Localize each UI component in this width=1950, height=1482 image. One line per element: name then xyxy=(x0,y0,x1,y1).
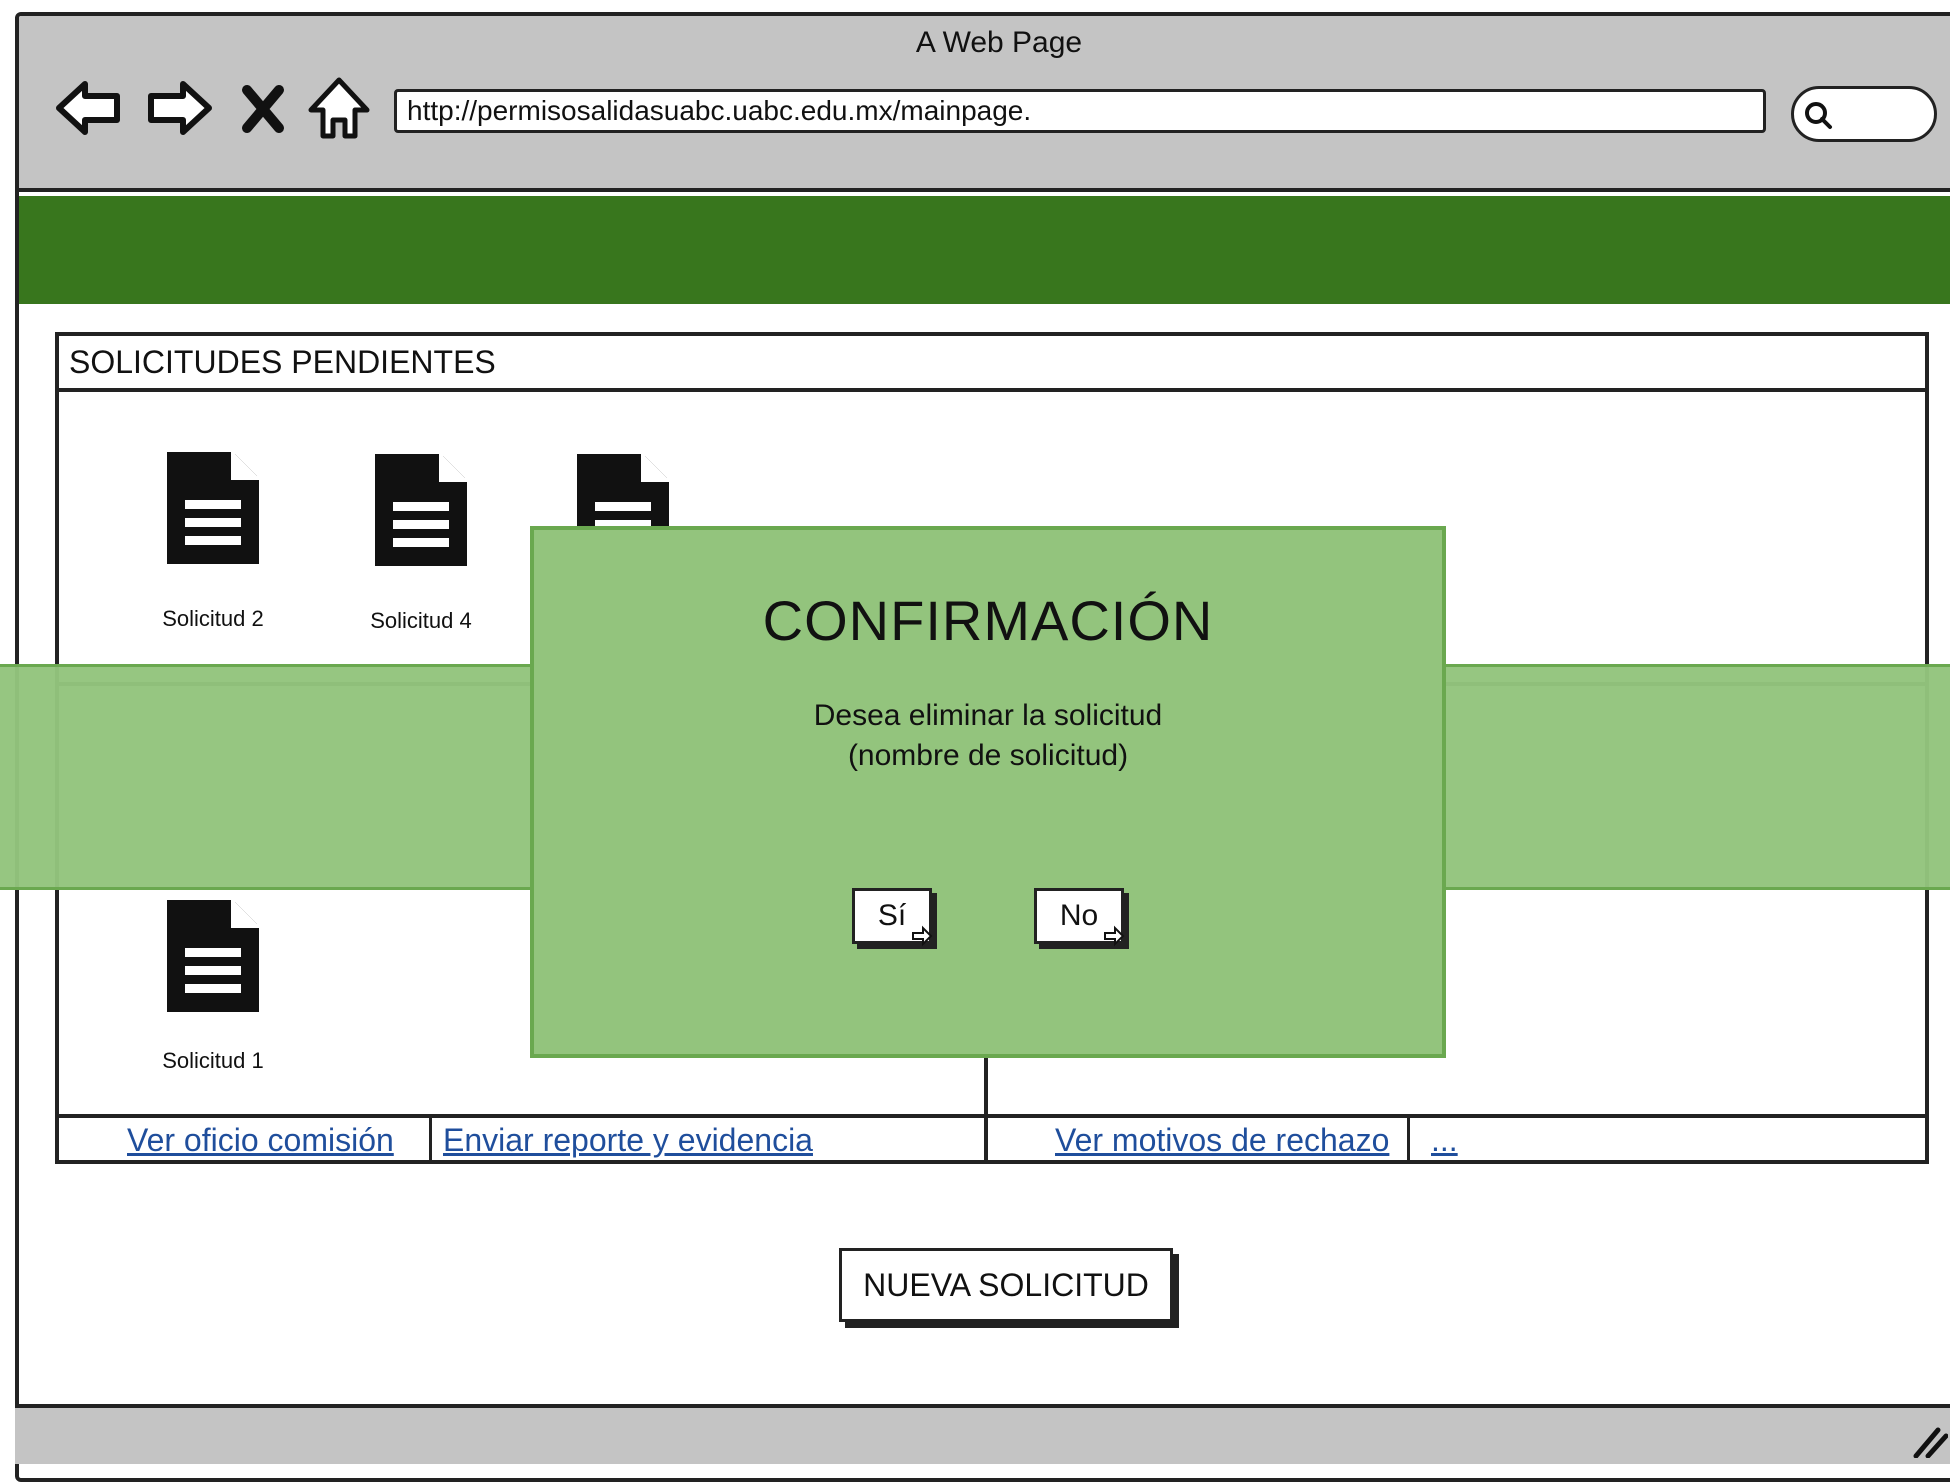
browser-toolbar: A Web Page http://permisosalidasuabc.uab… xyxy=(19,16,1950,192)
search-icon xyxy=(1805,102,1832,129)
dialog-message-line: (nombre de solicitud) xyxy=(847,739,1129,772)
pointer-icon xyxy=(1104,925,1125,947)
yes-button-label: Sí xyxy=(877,899,907,932)
url-bar[interactable]: http://permisosalidasuabc.uabc.edu.mx/ma… xyxy=(394,89,1766,133)
close-x-icon[interactable] xyxy=(235,72,291,144)
header-banner xyxy=(19,196,1950,304)
new-request-button[interactable]: NUEVA SOLICITUD xyxy=(839,1248,1173,1322)
pointer-icon xyxy=(912,925,933,947)
panel-title: SOLICITUDES PENDIENTES xyxy=(59,336,1925,392)
search-box[interactable] xyxy=(1791,86,1937,142)
document-icon[interactable] xyxy=(371,450,471,570)
more-link[interactable]: ... xyxy=(1431,1122,1458,1159)
send-report-link[interactable]: Enviar reporte y evidencia xyxy=(443,1122,813,1159)
links-row-divider xyxy=(59,1114,1925,1118)
document-icon[interactable] xyxy=(163,896,263,1016)
dialog-message-line: Desea eliminar la solicitud xyxy=(813,699,1163,732)
document-label: Solicitud 2 xyxy=(162,606,264,631)
back-arrow-icon[interactable] xyxy=(53,72,125,144)
view-commission-link[interactable]: Ver oficio comisión xyxy=(127,1122,394,1159)
document-label: Solicitud 1 xyxy=(162,1048,264,1073)
dialog-message: Desea eliminar la solicitud (nombre de s… xyxy=(534,696,1442,776)
link-separator xyxy=(429,1118,432,1162)
browser-status-bar xyxy=(15,1404,1950,1464)
forward-arrow-icon[interactable] xyxy=(143,72,215,144)
yes-button[interactable]: Sí xyxy=(852,888,933,947)
no-button-label: No xyxy=(1059,899,1099,932)
no-button[interactable]: No xyxy=(1034,888,1125,947)
document-icon[interactable] xyxy=(163,448,263,568)
home-icon[interactable] xyxy=(303,72,375,144)
link-separator xyxy=(1407,1118,1410,1162)
confirmation-dialog: CONFIRMACIÓN Desea eliminar la solicitud… xyxy=(530,526,1446,1058)
document-label: Solicitud 4 xyxy=(370,608,472,633)
view-rejection-reasons-link[interactable]: Ver motivos de rechazo xyxy=(1055,1122,1389,1159)
window-title: A Web Page xyxy=(915,26,1083,59)
resize-grip-icon[interactable] xyxy=(1908,1422,1949,1459)
dialog-title: CONFIRMACIÓN xyxy=(762,589,1214,652)
